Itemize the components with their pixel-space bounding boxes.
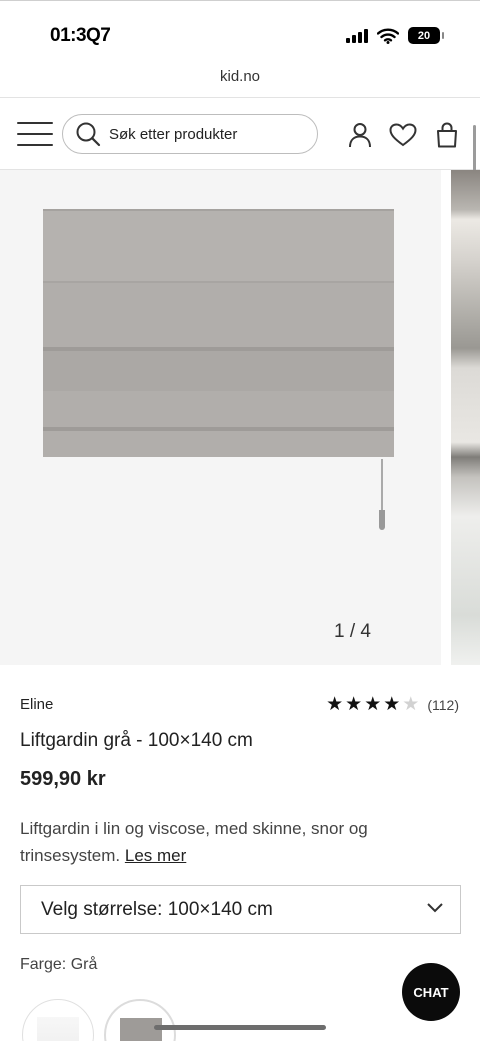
product-description: Liftgardin i lin og viscose, med skinne,… [20,815,440,869]
chevron-down-icon [427,903,443,913]
gallery-slide-current[interactable]: 1 / 4 [0,170,441,665]
search-icon [76,122,101,147]
product-price: 599,90 kr [20,768,106,790]
url-text: kid.no [219,68,261,85]
site-header [0,97,480,170]
wifi-icon [377,28,399,44]
color-swatch-grey-selected[interactable] [104,999,176,1041]
color-label: Farge: Grå [20,956,97,974]
blind-cord [381,459,383,511]
shopping-bag-icon [437,122,457,148]
hamburger-line [17,133,53,135]
product-gallery[interactable]: 1 / 4 [0,170,480,665]
color-value: Grå [70,956,98,973]
home-indicator[interactable] [154,1025,326,1030]
url-bar[interactable]: kid.no [0,68,480,98]
cart-button[interactable] [432,120,462,150]
size-select[interactable]: Velg størrelse: 100×140 cm [20,885,461,934]
gallery-slide-next-preview[interactable] [451,170,480,665]
chat-button[interactable]: CHAT [402,963,460,1021]
blind-cord-tassel [379,510,385,530]
hamburger-line [17,122,53,124]
status-time: 01:3Q7 [50,25,111,46]
battery-level: 20 [417,29,431,42]
star-filled-icon: ★ [383,694,401,715]
star-filled-icon: ★ [326,694,344,715]
star-filled-icon: ★ [364,694,382,715]
swatch-image-white [37,1017,79,1041]
product-image-roman-blind [43,209,394,457]
search-input[interactable] [109,125,299,143]
color-swatch-white[interactable] [22,999,94,1041]
product-title: Liftgardin grå - 100×140 cm [20,730,253,751]
gallery-counter: 1 / 4 [334,621,371,642]
read-more-link[interactable]: Les mer [125,846,186,865]
search-box[interactable] [62,114,318,154]
star-empty-icon: ★ [402,694,420,715]
review-count: (112) [427,697,459,713]
heart-icon [389,123,417,147]
star-filled-icon: ★ [345,694,363,715]
product-rating[interactable]: ★ ★ ★ ★ ★ (112) [326,694,459,715]
cellular-signal-icon [346,28,368,43]
description-text: Liftgardin i lin og viscose, med skinne,… [20,819,368,865]
account-button[interactable] [345,120,375,150]
menu-button[interactable] [17,122,53,146]
size-select-label: Velg størrelse: 100×140 cm [41,898,273,920]
user-icon [349,123,371,148]
hamburger-line [17,144,53,146]
wishlist-button[interactable] [388,120,418,150]
product-brand[interactable]: Eline [20,696,53,713]
battery-icon: 20 [408,27,444,44]
status-bar: 01:3Q7 20 [0,0,480,68]
status-icons: 20 [346,27,444,44]
color-prefix: Farge: [20,956,67,973]
